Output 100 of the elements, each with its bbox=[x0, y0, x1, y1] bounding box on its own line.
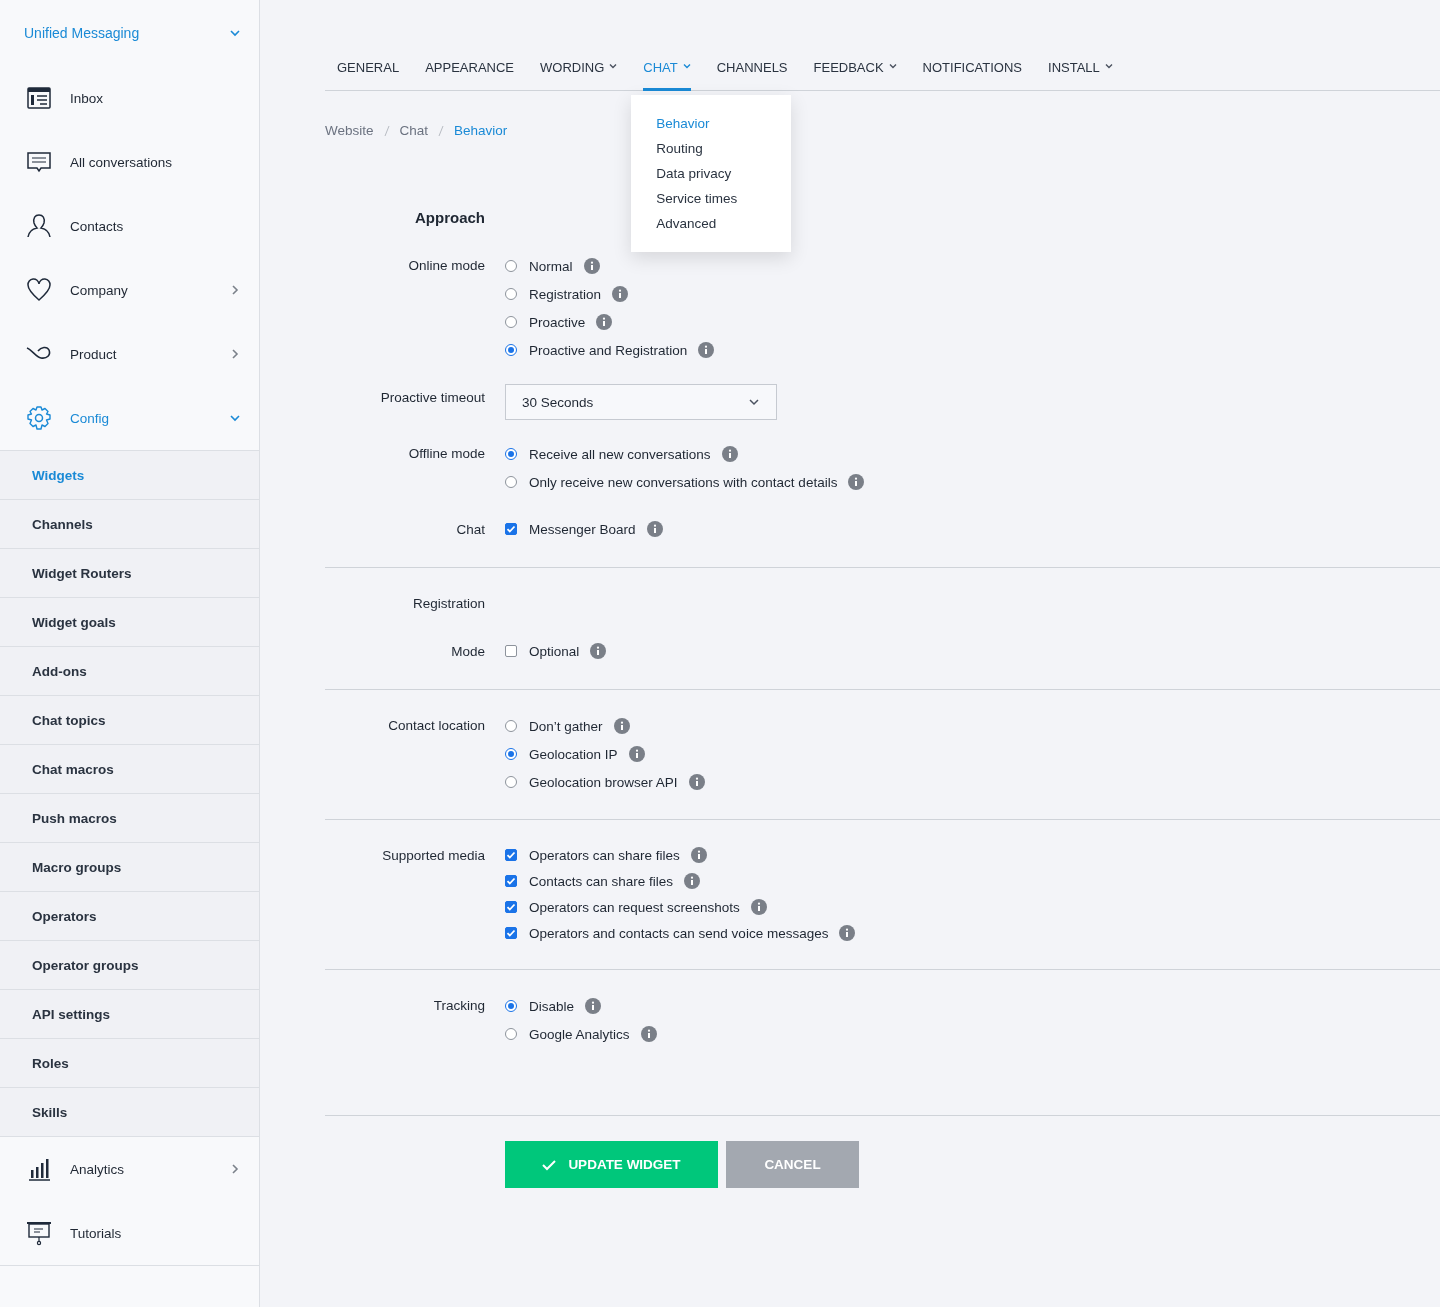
info-icon[interactable] bbox=[698, 342, 715, 358]
info-icon[interactable] bbox=[612, 286, 629, 302]
sidebar-subitem[interactable]: Widget Routers bbox=[0, 549, 259, 598]
sidebar-item[interactable]: Inbox bbox=[0, 66, 259, 130]
tab[interactable]: CHANNELS bbox=[704, 58, 800, 90]
option-label[interactable]: Messenger Board bbox=[529, 521, 636, 537]
info-icon[interactable] bbox=[583, 258, 600, 274]
tab[interactable]: FEEDBACK bbox=[801, 58, 909, 90]
sidebar-subitem[interactable]: Skills bbox=[0, 1088, 259, 1137]
info-icon[interactable] bbox=[690, 847, 707, 863]
field-label: Mode bbox=[450, 643, 485, 661]
workspace-switcher[interactable]: Unified Messaging bbox=[0, 0, 259, 66]
timeout-dropdown[interactable]: 30 Seconds bbox=[505, 384, 777, 420]
radio-button[interactable] bbox=[505, 344, 517, 356]
sidebar-subitem[interactable]: Widget goals bbox=[0, 598, 259, 647]
option-label[interactable]: Geolocation browser API bbox=[529, 774, 678, 790]
sidebar-subitem[interactable]: API settings bbox=[0, 990, 259, 1039]
option-label[interactable]: Proactive bbox=[529, 314, 586, 330]
option-label[interactable]: Only receive new conversations with contact details bbox=[529, 474, 838, 490]
sidebar-subitem[interactable]: Operator groups bbox=[0, 941, 259, 990]
sidebar-item[interactable]: Company bbox=[0, 258, 259, 322]
radio-button[interactable] bbox=[505, 316, 517, 328]
info-icon[interactable] bbox=[646, 521, 663, 537]
sidebar-subitem[interactable]: Macro groups bbox=[0, 843, 259, 892]
chevron-icon[interactable] bbox=[229, 348, 241, 360]
sidebar-item[interactable]: Product bbox=[0, 322, 259, 386]
sidebar-item[interactable]: Config bbox=[0, 386, 259, 450]
tab[interactable]: APPEARANCE bbox=[413, 58, 526, 90]
sidebar-subitem[interactable]: Channels bbox=[0, 500, 259, 549]
checkbox[interactable] bbox=[505, 901, 517, 913]
info-icon[interactable] bbox=[596, 314, 613, 330]
radio-button[interactable] bbox=[505, 288, 517, 300]
breadcrumb-link[interactable]: Website bbox=[325, 121, 374, 141]
menu-item[interactable]: Advanced bbox=[631, 211, 792, 236]
checkbox[interactable] bbox=[505, 645, 517, 657]
option-label[interactable]: Disable bbox=[529, 998, 575, 1014]
checkbox[interactable] bbox=[505, 523, 517, 535]
sidebar-subitem[interactable]: Push macros bbox=[0, 794, 259, 843]
breadcrumb-link[interactable]: Chat bbox=[399, 121, 429, 141]
info-icon[interactable] bbox=[640, 1026, 657, 1042]
sidebar-item[interactable]: Tutorials bbox=[0, 1201, 259, 1265]
option-label[interactable]: Google Analytics bbox=[529, 1026, 630, 1042]
menu-item[interactable]: Service times bbox=[631, 186, 792, 211]
checkbox[interactable] bbox=[505, 875, 517, 887]
option-label[interactable]: Proactive and Registration bbox=[529, 342, 688, 358]
info-icon[interactable] bbox=[590, 643, 607, 659]
sidebar-item[interactable]: Analytics bbox=[0, 1137, 259, 1201]
sidebar-subitem[interactable]: Chat topics bbox=[0, 696, 259, 745]
chevron-icon bbox=[748, 396, 760, 408]
radio-button[interactable] bbox=[505, 260, 517, 272]
option-label[interactable]: Operators and contacts can send voice messages bbox=[529, 925, 829, 941]
person-icon bbox=[26, 213, 52, 239]
tab[interactable]: WORDING bbox=[528, 58, 630, 90]
info-icon[interactable] bbox=[721, 446, 738, 462]
checkbox[interactable] bbox=[505, 927, 517, 939]
tab[interactable]: GENERAL bbox=[325, 58, 412, 90]
chevron-icon[interactable] bbox=[229, 412, 241, 424]
info-icon[interactable] bbox=[848, 474, 865, 490]
check-icon bbox=[542, 1158, 557, 1171]
sidebar-subitem[interactable]: Add-ons bbox=[0, 647, 259, 696]
sidebar-subitem[interactable]: Operators bbox=[0, 892, 259, 941]
option-label[interactable]: Operators can request screenshots bbox=[529, 899, 740, 915]
info-icon[interactable] bbox=[613, 718, 630, 734]
info-icon[interactable] bbox=[688, 774, 705, 790]
menu-item[interactable]: Behavior bbox=[631, 111, 792, 136]
option-label[interactable]: Receive all new conversations bbox=[529, 446, 711, 462]
sidebar-item[interactable]: Contacts bbox=[0, 194, 259, 258]
chevron-icon[interactable] bbox=[229, 284, 241, 296]
chevron-icon[interactable] bbox=[229, 27, 241, 39]
radio-button[interactable] bbox=[505, 748, 517, 760]
radio-button[interactable] bbox=[505, 720, 517, 732]
radio-button[interactable] bbox=[505, 448, 517, 460]
radio-button[interactable] bbox=[505, 1028, 517, 1040]
menu-item[interactable]: Routing bbox=[631, 136, 792, 161]
radio-button[interactable] bbox=[505, 476, 517, 488]
option-label[interactable]: Operators can share files bbox=[529, 847, 680, 863]
tab[interactable]: INSTALL bbox=[1036, 58, 1125, 90]
info-icon[interactable] bbox=[750, 899, 767, 915]
option-label[interactable]: Contacts can share files bbox=[529, 873, 674, 889]
radio-button[interactable] bbox=[505, 1000, 517, 1012]
option-label[interactable]: Registration bbox=[529, 286, 602, 302]
info-icon[interactable] bbox=[628, 746, 645, 762]
gear-icon bbox=[26, 405, 52, 431]
info-icon[interactable] bbox=[585, 998, 602, 1014]
info-icon[interactable] bbox=[839, 925, 856, 941]
sidebar-subitem[interactable]: Chat macros bbox=[0, 745, 259, 794]
breadcrumb-separator bbox=[438, 125, 445, 137]
sidebar-subitem[interactable]: Roles bbox=[0, 1039, 259, 1088]
option-label[interactable]: Don’t gather bbox=[529, 718, 603, 734]
chevron-icon[interactable] bbox=[229, 1163, 241, 1175]
option-label[interactable]: Geolocation IP bbox=[529, 746, 618, 762]
radio-button[interactable] bbox=[505, 776, 517, 788]
checkbox[interactable] bbox=[505, 849, 517, 861]
option-label[interactable]: Normal bbox=[529, 258, 573, 274]
sidebar-item[interactable]: All conversations bbox=[0, 130, 259, 194]
tab[interactable]: NOTIFICATIONS bbox=[910, 58, 1035, 90]
info-icon[interactable] bbox=[684, 873, 701, 889]
menu-item[interactable]: Data privacy bbox=[631, 161, 792, 186]
field-label: Proactive timeout bbox=[379, 389, 485, 407]
option-label[interactable]: Optional bbox=[529, 643, 580, 659]
